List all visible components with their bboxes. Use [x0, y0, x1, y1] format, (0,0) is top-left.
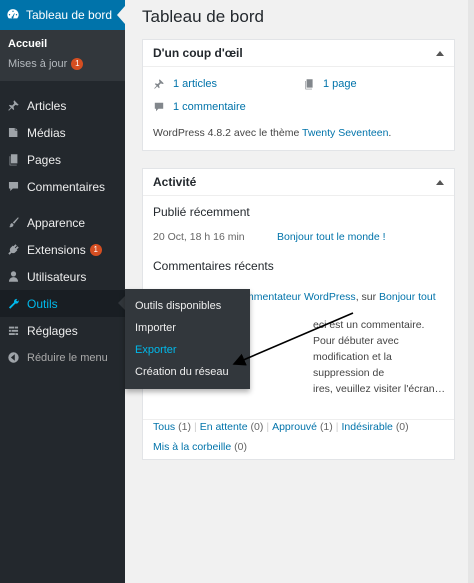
recently-published-heading: Publié récemment [153, 205, 250, 219]
collapse-menu-button[interactable]: Réduire le menu [0, 344, 125, 371]
sidebar-item-settings[interactable]: Réglages [0, 317, 125, 344]
comment-status-filters: Tous (1) | En attente (0) | Approuvé (1) | Ind… [153, 417, 453, 457]
sidebar-item-label: Extensions [27, 242, 86, 257]
recent-comments-heading: Commentaires récents [153, 259, 274, 273]
current-menu-arrow [117, 6, 125, 24]
plugins-count-badge: 1 [89, 243, 102, 256]
sidebar-menu: Articles Médias Pages Commentaires Appar… [0, 92, 126, 371]
toggle-widget-icon[interactable] [436, 50, 444, 56]
sidebar-item-label: Articles [27, 98, 67, 113]
filter-approved[interactable]: Approuvé [272, 421, 317, 433]
version-text: WordPress 4.8.2 avec le thème [153, 127, 303, 139]
filter-count: (1) [319, 421, 333, 433]
post-title-link[interactable]: Bonjour tout le monde ! [277, 231, 386, 243]
filter-count: (0) [250, 421, 264, 433]
updates-count-badge: 1 [71, 58, 84, 71]
sidebar-item-label: Outils [27, 296, 58, 311]
sidebar-item-comments[interactable]: Commentaires [0, 173, 125, 200]
submenu-updates-label: Mises à jour [8, 58, 68, 70]
tools-flyout-menu: Outils disponibles Importer Exporter Cré… [125, 289, 250, 389]
user-icon [6, 270, 20, 284]
comment-author-link[interactable]: mmentateur WordPress [245, 291, 356, 303]
sidebar-item-plugins[interactable]: Extensions 1 [0, 236, 125, 263]
sidebar-item-label: Utilisateurs [27, 269, 87, 284]
at-a-glance-widget: D'un coup d'œil 1 articles 1 page 1 comm… [142, 39, 455, 151]
toggle-widget-icon[interactable] [436, 179, 444, 185]
widget-title: D'un coup d'œil [153, 46, 243, 60]
separator: | [193, 421, 197, 433]
widget-header[interactable]: Activité [143, 169, 454, 196]
filter-pending[interactable]: En attente [200, 421, 248, 433]
widget-title: Activité [153, 175, 197, 189]
sidebar-item-label: Commentaires [27, 179, 106, 194]
articles-count: 1 articles [173, 78, 218, 90]
widget-header[interactable]: D'un coup d'œil [143, 40, 454, 67]
sidebar-item-label: Pages [27, 152, 62, 167]
pushpin-icon [6, 99, 20, 113]
sidebar-item-label: Réglages [27, 323, 78, 338]
sidebar-item-dashboard[interactable]: Tableau de bord [0, 0, 125, 30]
comments-count-link[interactable]: 1 commentaire [153, 101, 246, 113]
scrollbar[interactable] [468, 0, 474, 583]
sidebar-item-pages[interactable]: Pages [0, 146, 125, 173]
admin-sidebar: Tableau de bord Accueil Mises à jour 1 Ar… [0, 0, 126, 583]
sidebar-item-tools[interactable]: Outils [0, 290, 126, 318]
submenu-item-updates[interactable]: Mises à jour 1 [0, 54, 125, 74]
settings-icon [6, 324, 20, 338]
sidebar-item-label: Apparence [27, 215, 86, 230]
submenu-item-home[interactable]: Accueil [0, 34, 125, 54]
filter-all[interactable]: Tous [153, 421, 175, 433]
plugin-icon [6, 243, 20, 257]
version-suffix: . [388, 127, 392, 139]
filter-spam[interactable]: Indésirable [342, 421, 393, 433]
pages-icon [305, 79, 313, 90]
dashboard-submenu: Accueil Mises à jour 1 [0, 30, 125, 82]
pages-icon [6, 153, 20, 167]
sidebar-item-users[interactable]: Utilisateurs [0, 263, 125, 290]
sidebar-item-label: Médias [27, 125, 66, 140]
sidebar-header-label: Tableau de bord [26, 8, 113, 22]
pushpin-icon [154, 79, 164, 89]
pages-count: 1 page [323, 78, 357, 90]
dashboard-icon [6, 7, 20, 24]
comments-count: 1 commentaire [173, 101, 246, 113]
sidebar-item-appearance[interactable]: Apparence [0, 209, 125, 236]
wrench-icon [6, 297, 20, 311]
glance-stats: 1 articles 1 page 1 commentaire WordPres… [143, 67, 454, 151]
flyout-item-import[interactable]: Importer [125, 317, 250, 339]
comment-icon [6, 180, 20, 194]
pages-count-link[interactable]: 1 page [303, 78, 357, 90]
filter-count: (0) [395, 421, 409, 433]
separator: | [335, 421, 339, 433]
sidebar-item-media[interactable]: Médias [0, 119, 125, 146]
comment-icon [154, 102, 164, 112]
sidebar-item-label: Réduire le menu [27, 351, 108, 364]
separator: | [266, 421, 270, 433]
published-post-row: 20 Oct, 18 h 16 min Bonjour tout le mond… [153, 231, 448, 243]
theme-link[interactable]: Twenty Seventeen [302, 127, 388, 139]
flyout-item-network-setup[interactable]: Création du réseau [125, 361, 250, 383]
filter-count: (1) [178, 421, 191, 433]
filter-trash[interactable]: Mis à la corbeille [153, 441, 231, 453]
collapse-icon [6, 351, 20, 365]
page-title: Tableau de bord [142, 7, 264, 26]
filter-count: (0) [234, 441, 247, 453]
sidebar-item-posts[interactable]: Articles [0, 92, 125, 119]
articles-count-link[interactable]: 1 articles [153, 78, 217, 90]
comment-post-link[interactable]: Bonjour tout [379, 291, 436, 303]
wordpress-version-info: WordPress 4.8.2 avec le thème Twenty Sev… [153, 127, 391, 139]
post-date: 20 Oct, 18 h 16 min [153, 231, 245, 243]
paintbrush-icon [6, 216, 20, 230]
flyout-item-export[interactable]: Exporter [125, 339, 250, 361]
media-icon [6, 126, 20, 140]
comment-on-text: , sur [355, 291, 380, 303]
flyout-item-available-tools[interactable]: Outils disponibles [125, 295, 250, 317]
